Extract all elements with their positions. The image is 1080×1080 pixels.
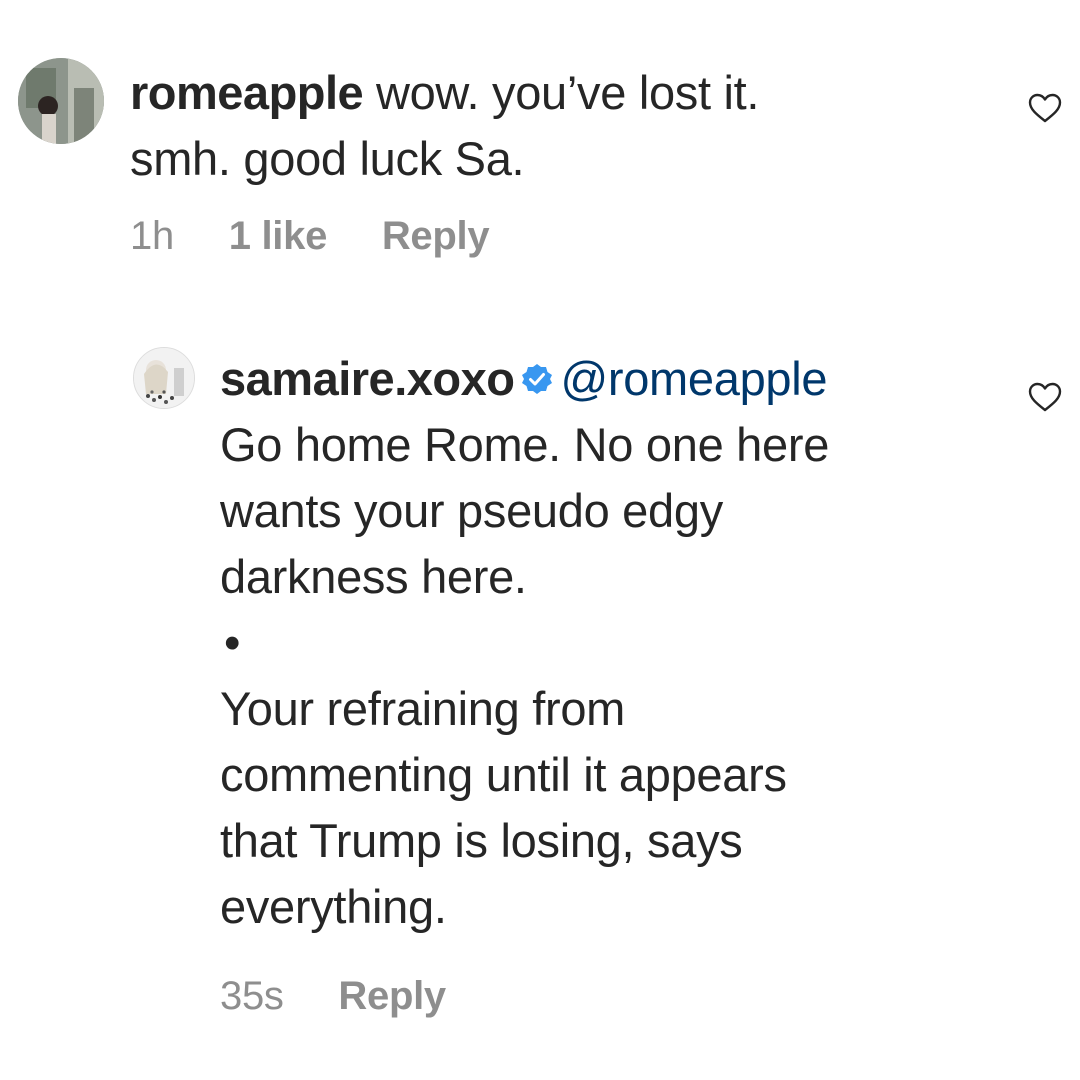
avatar[interactable] xyxy=(133,347,195,409)
avatar[interactable] xyxy=(18,58,104,144)
comment-line: Your refraining from xyxy=(220,682,626,735)
timestamp: 35s xyxy=(220,974,284,1018)
comment-romeapple: romeapple wow. you’ve lost it. smh. good… xyxy=(0,0,1080,300)
username[interactable]: romeapple xyxy=(130,66,364,119)
comment-line: wow. you’ve lost it. xyxy=(375,66,760,119)
comment-line: everything. xyxy=(220,880,447,933)
comment-line: that Trump is losing, says xyxy=(220,814,743,867)
comment-samaire: samaire.xoxo @romeapple Go home Rome. No… xyxy=(0,300,1080,1080)
heart-outline-icon[interactable] xyxy=(1028,382,1062,412)
comment-line: darkness here. xyxy=(220,550,527,603)
likes-count[interactable]: 1 like xyxy=(229,214,328,258)
comment-line: commenting until it appears xyxy=(220,748,787,801)
comment-line: Go home Rome. No one here xyxy=(220,418,830,471)
verified-badge-icon xyxy=(522,363,553,394)
mention-link[interactable]: @romeapple xyxy=(560,352,827,405)
comment-meta: 1h 1 like Reply xyxy=(130,214,533,259)
comment-text: samaire.xoxo @romeapple Go home Rome. No… xyxy=(220,346,1020,940)
timestamp: 1h xyxy=(130,214,174,258)
reply-button[interactable]: Reply xyxy=(382,214,490,258)
reply-button[interactable]: Reply xyxy=(338,974,446,1018)
bullet-separator: • xyxy=(224,616,241,669)
comment-text: romeapple wow. you’ve lost it. smh. good… xyxy=(130,60,950,192)
comment-line: smh. good luck Sa. xyxy=(130,132,525,185)
comment-line: wants your pseudo edgy xyxy=(220,484,723,537)
username[interactable]: samaire.xoxo xyxy=(220,352,515,405)
comment-meta: 35s Reply xyxy=(220,974,490,1019)
heart-outline-icon[interactable] xyxy=(1028,93,1062,123)
